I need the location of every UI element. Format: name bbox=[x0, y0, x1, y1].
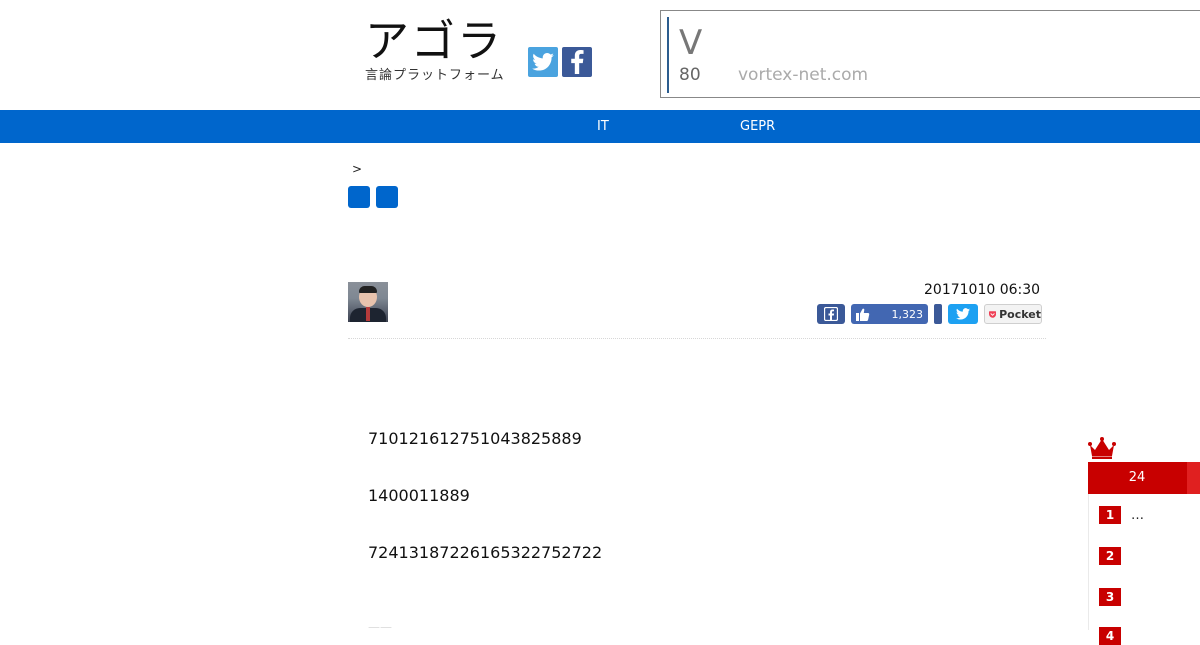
rank-number: 1 bbox=[1099, 506, 1121, 524]
ad-accent-bar bbox=[667, 17, 669, 93]
twitter-share-icon bbox=[956, 308, 970, 320]
facebook-icon[interactable] bbox=[562, 47, 592, 77]
logo-title: アゴラ bbox=[365, 16, 503, 67]
ranking-header[interactable]: 24 bbox=[1088, 462, 1200, 494]
logo-subtitle: 言論プラットフォーム bbox=[365, 68, 505, 83]
ad-number: 80 bbox=[679, 65, 701, 85]
twitter-icon[interactable] bbox=[528, 47, 558, 77]
ranking-item[interactable]: 3 bbox=[1099, 588, 1131, 606]
ranking-item[interactable]: 1 … bbox=[1099, 506, 1144, 524]
ad-domain[interactable]: vortex-net.com bbox=[738, 65, 868, 85]
crown-icon bbox=[1088, 437, 1116, 463]
like-count: 1,323 bbox=[891, 307, 924, 321]
article-paragraph: 1400011889 bbox=[368, 486, 470, 505]
ranking-border bbox=[1088, 494, 1089, 630]
ad-letter: V bbox=[679, 23, 703, 63]
facebook-share-icon bbox=[824, 307, 838, 321]
ranking-item[interactable]: 2 bbox=[1099, 547, 1131, 565]
share-buttons: 1,323 Pocket bbox=[817, 304, 1042, 324]
pocket-icon bbox=[989, 310, 997, 318]
rank-title: … bbox=[1131, 507, 1144, 523]
publish-date: 20171010 06:30 bbox=[924, 282, 1041, 298]
article-paragraph: 7101216127510438258​89 bbox=[368, 429, 582, 448]
ranking-tab[interactable] bbox=[1187, 462, 1200, 494]
facebook-like-button[interactable]: 1,323 bbox=[851, 304, 928, 324]
rank-number: 2 bbox=[1099, 547, 1121, 565]
main-nav: IT GEPR bbox=[0, 110, 1200, 143]
thumbs-up-icon bbox=[856, 308, 870, 321]
category-tags bbox=[348, 186, 398, 208]
avatar-hair bbox=[359, 286, 377, 293]
header-divider bbox=[348, 338, 1046, 339]
pocket-label: Pocket bbox=[999, 307, 1041, 321]
rank-number: 3 bbox=[1099, 588, 1121, 606]
hatena-bookmark-button[interactable] bbox=[934, 304, 942, 324]
author-avatar[interactable] bbox=[348, 282, 388, 322]
category-tag-button[interactable] bbox=[376, 186, 398, 208]
facebook-share-button[interactable] bbox=[817, 304, 845, 324]
ranking-period-label: 24 bbox=[1128, 470, 1146, 485]
site-logo[interactable]: アゴラ 言論プラットフォーム bbox=[365, 16, 515, 84]
pocket-button[interactable]: Pocket bbox=[984, 304, 1042, 324]
twitter-share-button[interactable] bbox=[948, 304, 978, 324]
nav-item-it[interactable]: IT bbox=[597, 119, 609, 134]
faded-text-line: —— bbox=[368, 620, 392, 634]
category-tag-button[interactable] bbox=[348, 186, 370, 208]
nav-item-gepr[interactable]: GEPR bbox=[740, 119, 775, 134]
advertisement-banner[interactable]: V 80 vortex-net.com bbox=[660, 10, 1200, 98]
avatar-tie bbox=[366, 307, 370, 321]
article-paragraph: 724131872261653227527​22 bbox=[368, 543, 603, 562]
breadcrumb[interactable]: > bbox=[352, 162, 362, 176]
header-social-links bbox=[528, 47, 592, 77]
